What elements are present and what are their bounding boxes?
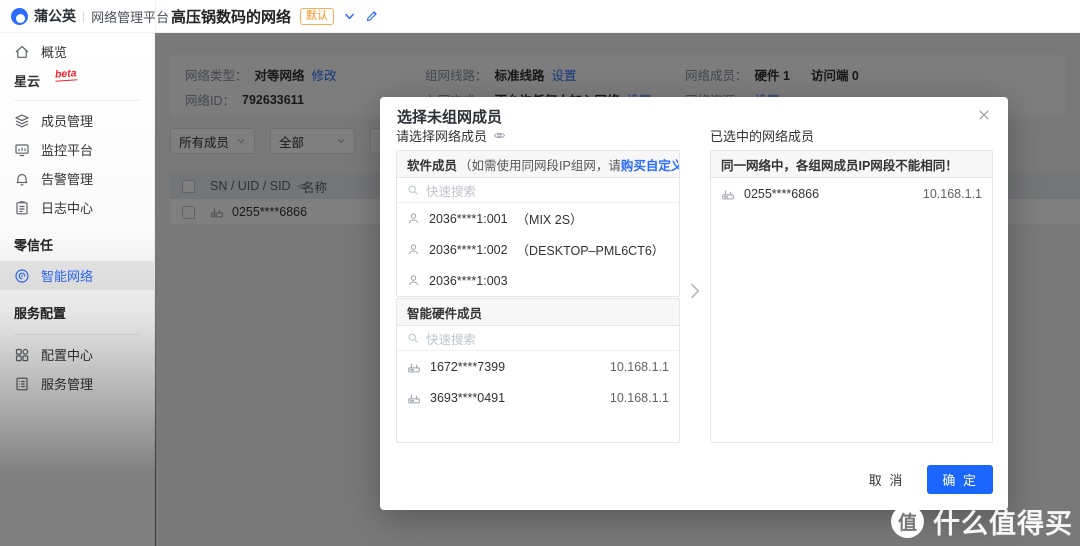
modal-title: 选择未组网成员 xyxy=(397,109,503,126)
select-members-modal: 选择未组网成员 请选择网络成员 软件成员（如需使用同网段IP组网，请购买自定义虚… xyxy=(380,97,1008,510)
member-device: （DESKTOP–PML6CT6） xyxy=(516,244,665,258)
member-ip: 10.168.1.1 xyxy=(922,186,982,201)
app-root: 蒲公英 | 网络管理平台 高压锅数码的网络 默认 概览 星云 beta 成员管理… xyxy=(0,0,1080,546)
software-member-row[interactable]: 2036****1:003 xyxy=(397,265,679,296)
hardware-search-input[interactable]: 快速搜索 xyxy=(397,326,679,351)
dandelion-logo-icon xyxy=(11,7,28,25)
member-name: 0255****6866 xyxy=(744,186,820,201)
smzdm-logo-icon: 值 xyxy=(891,505,924,538)
search-icon xyxy=(407,332,419,344)
smart-network-icon xyxy=(14,268,30,284)
hardware-members-panel: 智能硬件成员 快速搜索 1672****7399 10.168.1.1 3693… xyxy=(396,298,680,443)
router-icon xyxy=(407,391,421,405)
sidebar-item-label: 星云 xyxy=(14,74,41,89)
sidebar-item-log-center[interactable]: 日志中心 xyxy=(0,193,154,222)
software-search-input[interactable]: 快速搜索 xyxy=(397,178,679,203)
sidebar: 概览 星云 beta 成员管理 监控平台 告警管理 日志中心 零信任 智能网络 … xyxy=(0,33,155,546)
person-icon xyxy=(407,274,420,287)
smzdm-watermark: 值 什么值得买 xyxy=(891,502,1073,541)
default-badge: 默认 xyxy=(300,7,335,25)
sidebar-item-nebula[interactable]: 星云 beta xyxy=(0,66,154,95)
brand-area: 蒲公英 | 网络管理平台 xyxy=(0,6,169,26)
member-ip: 10.168.1.1 xyxy=(609,390,669,405)
selected-member-row[interactable]: 0255****6866 10.168.1.1 xyxy=(711,178,992,209)
selected-members-note: 同一网络中，各组网成员IP网段不能相同！ xyxy=(711,151,992,178)
sidebar-item-overview[interactable]: 概览 xyxy=(0,37,154,66)
member-name: 1672****7399 xyxy=(430,359,506,374)
buy-virtual-ip-link[interactable]: 购买自定义虚拟IP xyxy=(621,155,679,174)
sidebar-section-zero-trust: 零信任 xyxy=(14,238,54,253)
monitor-icon xyxy=(14,142,30,158)
sidebar-divider xyxy=(14,100,140,101)
member-device: （MIX 2S） xyxy=(516,213,583,227)
top-bar: 蒲公英 | 网络管理平台 高压锅数码的网络 默认 xyxy=(0,0,1080,33)
sidebar-item-label: 告警管理 xyxy=(41,172,94,187)
edit-network-name-icon[interactable] xyxy=(365,10,378,23)
member-name: 3693****0491 xyxy=(430,390,506,405)
network-title-area: 高压锅数码的网络 默认 xyxy=(156,6,378,27)
brand-separator: | xyxy=(82,9,86,23)
router-icon xyxy=(721,187,735,201)
search-placeholder: 快速搜索 xyxy=(426,184,477,199)
document-icon xyxy=(14,376,30,392)
home-icon xyxy=(14,44,30,60)
search-icon xyxy=(407,184,419,196)
grid-icon xyxy=(14,347,30,363)
search-placeholder: 快速搜索 xyxy=(426,332,477,347)
transfer-chevron-right-icon[interactable] xyxy=(679,275,711,307)
sidebar-item-label: 日志中心 xyxy=(41,201,94,216)
left-panel-label: 请选择网络成员 xyxy=(396,125,506,145)
sidebar-item-label: 概览 xyxy=(41,45,68,60)
person-icon xyxy=(407,212,420,225)
clipboard-icon xyxy=(14,200,30,216)
sidebar-item-alert-management[interactable]: 告警管理 xyxy=(0,164,154,193)
sidebar-item-label: 监控平台 xyxy=(41,143,94,158)
sidebar-item-smart-network[interactable]: 智能网络 xyxy=(0,261,154,290)
sidebar-divider xyxy=(14,334,140,335)
sidebar-item-member-management[interactable]: 成员管理 xyxy=(0,106,154,135)
right-panel-label: 已选中的网络成员 xyxy=(710,128,815,144)
modal-footer: 取 消 确 定 xyxy=(859,465,993,494)
layers-icon xyxy=(14,113,30,129)
sidebar-item-service-management[interactable]: 服务管理 xyxy=(0,369,154,398)
member-name: 2036****1:003 xyxy=(429,273,508,288)
software-members-panel: 软件成员（如需使用同网段IP组网，请购买自定义虚拟IP） 快速搜索 2036**… xyxy=(396,150,680,297)
software-member-row[interactable]: 2036****1:002 （DESKTOP–PML6CT6） xyxy=(397,234,679,265)
member-name: 2036****1:002 xyxy=(429,242,508,257)
eye-icon[interactable] xyxy=(493,129,506,142)
cancel-button[interactable]: 取 消 xyxy=(859,465,915,494)
sidebar-item-label: 配置中心 xyxy=(41,348,94,363)
selected-members-panel: 同一网络中，各组网成员IP网段不能相同！ 0255****6866 10.168… xyxy=(710,150,993,443)
sidebar-item-monitor-platform[interactable]: 监控平台 xyxy=(0,135,154,164)
hardware-members-header: 智能硬件成员 xyxy=(397,299,679,326)
sidebar-item-label: 服务管理 xyxy=(41,377,94,392)
hardware-member-row[interactable]: 3693****0491 10.168.1.1 xyxy=(397,382,679,413)
brand-name: 蒲公英 xyxy=(34,8,76,24)
chevron-down-icon[interactable] xyxy=(343,10,356,23)
member-ip: 10.168.1.1 xyxy=(609,359,669,374)
smzdm-watermark-text: 什么值得买 xyxy=(933,509,1073,539)
beta-tag: beta xyxy=(54,67,78,82)
hardware-member-row[interactable]: 1672****7399 10.168.1.1 xyxy=(397,351,679,382)
member-name: 2036****1:001 xyxy=(429,211,508,226)
sidebar-item-config-center[interactable]: 配置中心 xyxy=(0,340,154,369)
close-icon[interactable] xyxy=(977,108,991,122)
software-member-row[interactable]: 2036****1:001 （MIX 2S） xyxy=(397,203,679,234)
bell-icon xyxy=(14,171,30,187)
software-members-header: 软件成员（如需使用同网段IP组网，请购买自定义虚拟IP） xyxy=(397,151,679,178)
sidebar-item-label: 智能网络 xyxy=(41,269,94,284)
person-icon xyxy=(407,243,420,256)
router-icon xyxy=(407,360,421,374)
sidebar-item-label: 成员管理 xyxy=(41,114,94,129)
network-title: 高压锅数码的网络 xyxy=(171,8,292,26)
confirm-button[interactable]: 确 定 xyxy=(927,465,993,494)
sidebar-section-service-config: 服务配置 xyxy=(14,306,67,321)
